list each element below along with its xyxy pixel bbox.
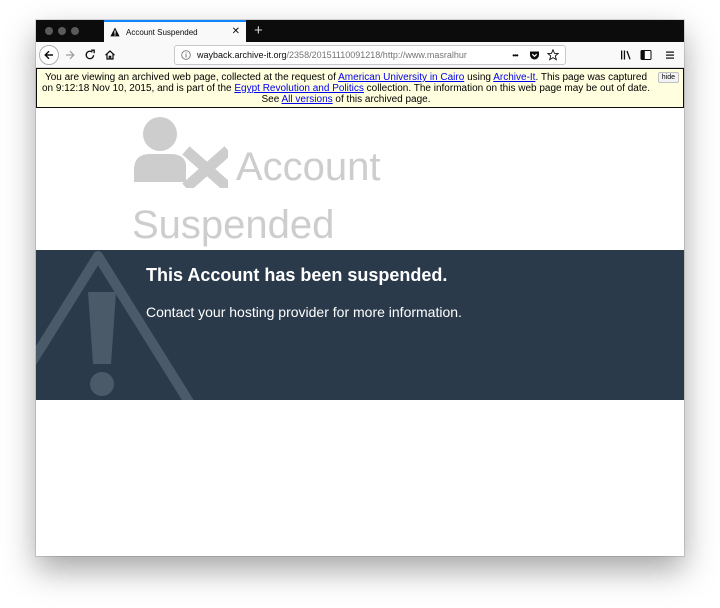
collection-link[interactable]: Egypt Revolution and Politics [234, 83, 364, 94]
sidebar-icon [640, 50, 652, 60]
all-versions-link[interactable]: All versions [282, 94, 333, 105]
banner-text: You are viewing an archived web page, co… [44, 72, 339, 83]
banner-text: of this archived page. [332, 94, 431, 105]
archive-it-link[interactable]: Archive-It [493, 72, 535, 83]
banner-text: using [464, 72, 494, 83]
home-button[interactable] [100, 45, 120, 65]
warning-icon [110, 27, 120, 37]
suspended-title: This Account has been suspended. [146, 265, 448, 285]
reload-icon [85, 49, 95, 60]
org-link[interactable]: American University in Cairo [338, 72, 464, 83]
close-window-button[interactable] [45, 27, 53, 35]
back-button[interactable] [39, 45, 59, 65]
home-icon [105, 50, 115, 60]
url-path: /2358/20151110091218/http://www.masralhu… [286, 50, 467, 60]
tab-account-suspended[interactable]: Account Suspended ✕ [104, 20, 246, 42]
page-content: Account Suspended This Account has been … [36, 108, 684, 556]
url-text[interactable]: wayback.archive-it.org/2358/201511100912… [197, 50, 467, 60]
forward-arrow-icon [66, 50, 75, 60]
pocket-icon [529, 51, 539, 59]
tab-close-icon[interactable]: ✕ [232, 27, 240, 37]
back-arrow-icon [44, 50, 53, 60]
pocket-button[interactable] [528, 49, 540, 61]
url-host: wayback.archive-it.org [197, 50, 287, 60]
archive-banner: You are viewing an archived web page, co… [36, 68, 684, 108]
minimize-window-button[interactable] [58, 27, 66, 35]
hide-banner-button[interactable]: hide [657, 72, 679, 83]
tab-strip: Account Suspended ✕ + [36, 20, 684, 42]
page-heading: Account Suspended [132, 145, 381, 247]
site-info-icon[interactable] [181, 50, 191, 60]
star-icon [547, 49, 559, 61]
hamburger-menu-icon [666, 51, 674, 59]
library-icon [621, 50, 631, 60]
reload-button[interactable] [80, 45, 100, 65]
new-tab-button[interactable]: + [254, 21, 263, 41]
tab-title: Account Suspended [126, 27, 198, 37]
navigation-bar: wayback.archive-it.org/2358/201511100912… [36, 42, 684, 68]
menu-button[interactable] [660, 45, 680, 65]
browser-window: Account Suspended ✕ + wayback.archive-it… [36, 20, 684, 556]
sidebar-toggle-button[interactable] [636, 45, 656, 65]
contact-message: Contact your hosting provider for more i… [146, 304, 462, 320]
address-bar[interactable]: wayback.archive-it.org/2358/201511100912… [174, 45, 566, 65]
page-actions-button[interactable]: ••• [509, 49, 521, 61]
zoom-window-button[interactable] [71, 27, 79, 35]
forward-button[interactable] [60, 45, 80, 65]
suspension-notice-panel: This Account has been suspended. Contact… [36, 250, 684, 400]
suspended-header: Account Suspended [132, 108, 492, 250]
library-button[interactable] [616, 45, 636, 65]
bookmark-star-button[interactable] [547, 49, 559, 61]
